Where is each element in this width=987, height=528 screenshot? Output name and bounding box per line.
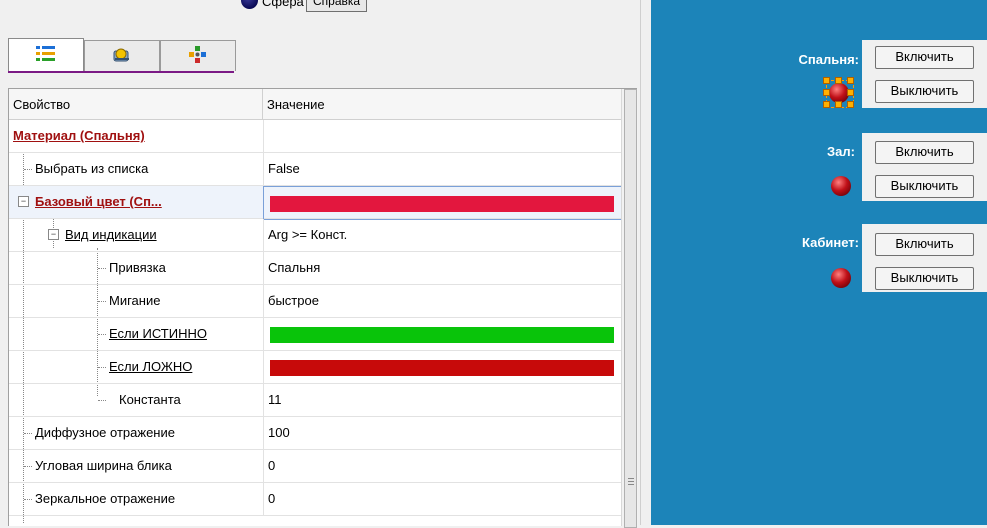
scrollbar-thumb[interactable]: [624, 89, 637, 528]
vertical-scrollbar[interactable]: [621, 89, 638, 528]
resize-handle[interactable]: [823, 89, 830, 96]
property-value: быстрое: [268, 293, 319, 308]
room-panel-hall: Включить Выключить: [862, 133, 987, 201]
property-row[interactable]: Диффузное отражение 100: [9, 417, 621, 450]
property-row[interactable]: Если ЛОЖНО: [9, 351, 621, 384]
property-value: False: [268, 161, 300, 176]
tab-animation[interactable]: [160, 40, 236, 71]
tab-underline: [8, 71, 234, 73]
office-off-button[interactable]: Выключить: [875, 267, 974, 290]
bedroom-lamp-indicator[interactable]: [829, 83, 849, 103]
sphere-label[interactable]: Сфера: [262, 0, 304, 9]
property-row[interactable]: Мигание быстрое: [9, 285, 621, 318]
resize-handle[interactable]: [823, 101, 830, 108]
hall-lamp-indicator[interactable]: [831, 176, 851, 196]
property-value: 11: [268, 392, 282, 407]
office-lamp-indicator[interactable]: [831, 268, 851, 288]
property-name: Привязка: [109, 260, 166, 275]
bedroom-off-button[interactable]: Выключить: [875, 80, 974, 103]
grid-header: Свойство Значение: [9, 89, 621, 120]
property-name: Вид индикации: [65, 227, 157, 242]
toolbar-strip: Сфера Справка: [0, 0, 640, 22]
tab-properties[interactable]: [8, 38, 84, 72]
column-separator[interactable]: [262, 89, 263, 119]
property-name: Выбрать из списка: [35, 161, 149, 176]
property-value: 100: [268, 425, 290, 440]
property-row[interactable]: Материал (Спальня): [9, 120, 621, 153]
animation-icon: [187, 45, 209, 68]
room-panel-office: Включить Выключить: [862, 224, 987, 292]
room-label-bedroom: Спальня:: [798, 52, 860, 67]
property-row[interactable]: Зеркальное отражение 0: [9, 483, 621, 516]
sphere-icon[interactable]: [241, 0, 258, 9]
property-row[interactable]: Выбрать из списка False: [9, 153, 621, 186]
property-value: Спальня: [268, 260, 321, 275]
property-name: Угловая ширина блика: [35, 458, 172, 473]
column-header-property[interactable]: Свойство: [13, 97, 70, 112]
property-panel: Сфера Справка Свойство Значение Материал…: [0, 0, 640, 528]
property-name: Зеркальное отражение: [35, 491, 176, 506]
column-header-value[interactable]: Значение: [267, 97, 325, 112]
property-row[interactable]: Константа 11: [9, 384, 621, 417]
events-icon: [111, 45, 133, 68]
collapse-icon[interactable]: −: [48, 229, 59, 240]
property-name: Константа: [119, 392, 181, 407]
resize-handle[interactable]: [847, 77, 854, 84]
help-button[interactable]: Справка: [306, 0, 368, 12]
collapse-icon[interactable]: −: [18, 196, 29, 207]
office-on-button[interactable]: Включить: [875, 233, 974, 256]
property-value: Arg >= Конст.: [268, 227, 348, 242]
property-row[interactable]: Если ИСТИННО: [9, 318, 621, 351]
property-value: 0: [268, 491, 276, 506]
hall-off-button[interactable]: Выключить: [875, 175, 974, 198]
tab-events[interactable]: [84, 40, 160, 71]
property-name: Если ИСТИННО: [109, 326, 207, 341]
color-swatch[interactable]: [270, 360, 614, 376]
property-rows: Материал (Спальня) Выбрать из списка Fal…: [9, 120, 623, 523]
resize-handle[interactable]: [823, 77, 830, 84]
property-name: Диффузное отражение: [35, 425, 175, 440]
property-value: 0: [268, 458, 276, 473]
resize-handle[interactable]: [835, 101, 842, 108]
property-list-icon: [35, 44, 57, 67]
property-name: Мигание: [109, 293, 161, 308]
property-row[interactable]: Угловая ширина блика 0: [9, 450, 621, 483]
property-row[interactable]: − Вид индикации Arg >= Конст.: [9, 219, 621, 252]
room-label-office: Кабинет:: [802, 235, 859, 250]
property-name: Материал (Спальня): [13, 128, 145, 143]
property-row[interactable]: Привязка Спальня: [9, 252, 621, 285]
property-name: Если ЛОЖНО: [109, 359, 193, 374]
resize-handle[interactable]: [835, 77, 842, 84]
property-name: Базовый цвет (Сп...: [35, 194, 162, 209]
property-grid: Свойство Значение Материал (Спальня) Выб…: [8, 88, 638, 528]
color-swatch[interactable]: [270, 327, 614, 343]
bedroom-on-button[interactable]: Включить: [875, 46, 974, 69]
hall-on-button[interactable]: Включить: [875, 141, 974, 164]
resize-handle[interactable]: [847, 89, 854, 96]
color-swatch[interactable]: [270, 196, 614, 212]
scene-canvas[interactable]: Спальня: Включить Выключить Зал: Включит…: [651, 0, 987, 525]
resize-handle[interactable]: [847, 101, 854, 108]
room-panel-bedroom: Включить Выключить: [862, 40, 987, 108]
room-label-hall: Зал:: [827, 144, 855, 159]
property-row-selected[interactable]: − Базовый цвет (Сп...: [9, 186, 623, 220]
